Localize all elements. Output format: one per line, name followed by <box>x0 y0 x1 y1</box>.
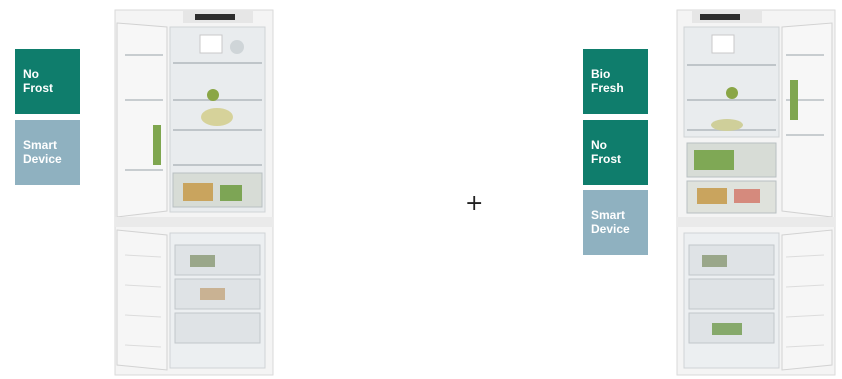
badge-line1: Smart <box>591 208 626 222</box>
badge-line2: Frost <box>591 152 621 166</box>
badge-line1: No <box>23 67 39 81</box>
badge-line2: Device <box>23 152 62 166</box>
badge-no-frost-left: No Frost <box>15 49 80 114</box>
badge-line2: Device <box>591 222 630 236</box>
fridge-freezer-left-image <box>114 9 274 376</box>
fridge-freezer-right-image <box>676 9 836 376</box>
badge-line1: No <box>591 138 607 152</box>
badge-bio-fresh-right: Bio Fresh <box>583 49 648 114</box>
badge-line1: Smart <box>23 138 58 152</box>
badge-line2: Frost <box>23 81 53 95</box>
badge-no-frost-right: No Frost <box>583 120 648 185</box>
badge-smart-device-left: Smart Device <box>15 120 80 185</box>
badge-line1: Bio <box>591 67 611 81</box>
plus-sign: + <box>465 191 484 216</box>
badge-line2: Fresh <box>591 81 624 95</box>
badge-smart-device-right: Smart Device <box>583 190 648 255</box>
